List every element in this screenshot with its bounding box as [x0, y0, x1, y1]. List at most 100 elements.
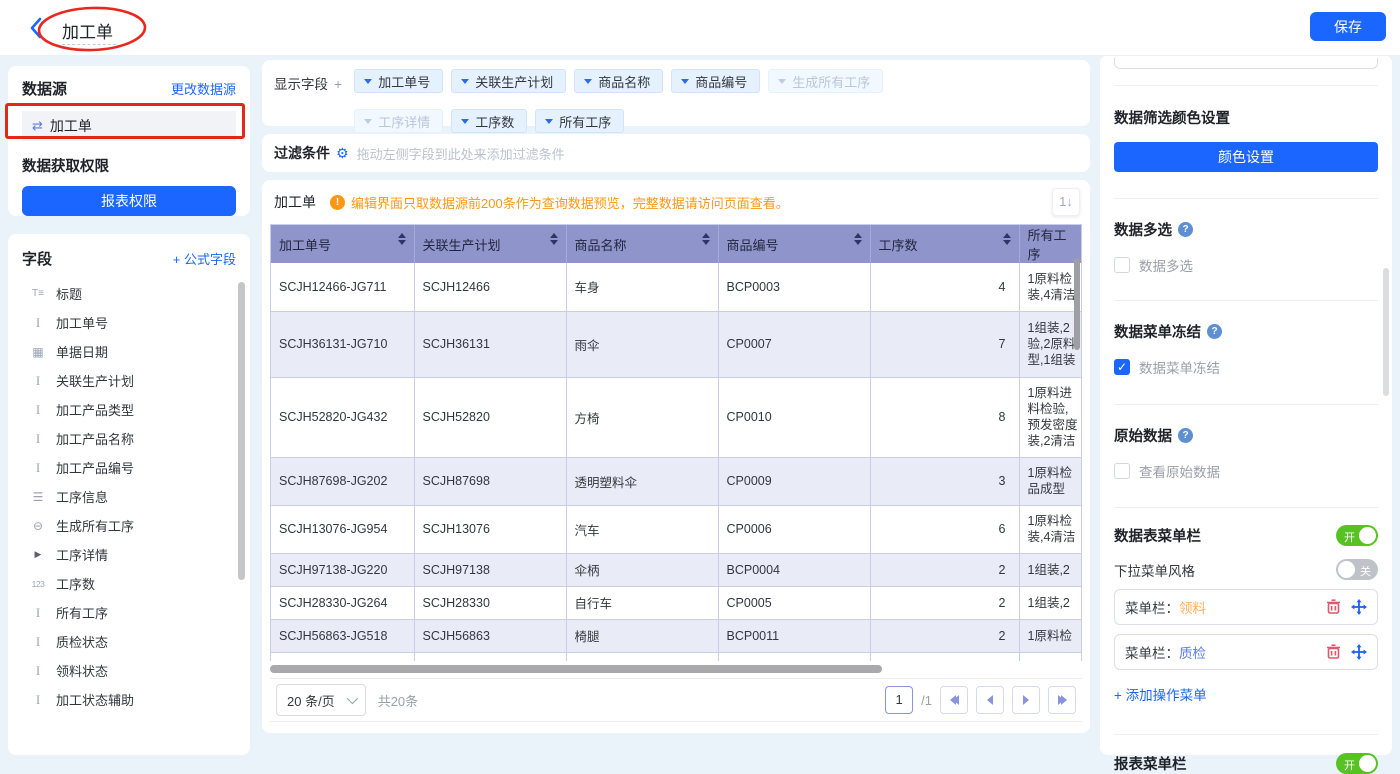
table-menu-toggle[interactable]: 开 — [1336, 525, 1378, 546]
field-item[interactable]: I加工单号 — [22, 308, 236, 337]
checkbox-unchecked[interactable] — [1114, 257, 1130, 273]
delete-icon[interactable] — [1326, 644, 1341, 660]
field-item[interactable]: I所有工序 — [22, 598, 236, 627]
menu-bar-card[interactable]: 菜单栏：质检 — [1114, 634, 1378, 670]
add-action-menu-link[interactable]: + 添加操作菜单 — [1114, 684, 1378, 704]
back-icon[interactable] — [28, 16, 44, 40]
table-horizontal-scrollbar[interactable] — [270, 665, 1082, 673]
display-field-chip[interactable]: 加工单号 — [354, 69, 443, 93]
sort-arrows-icon[interactable] — [702, 233, 710, 245]
table-row[interactable]: SCJH87698-JG202SCJH87698透明塑料伞CP000931原料检… — [271, 457, 1082, 505]
save-button[interactable]: 保存 — [1310, 12, 1386, 41]
field-item[interactable]: ☰工序信息 — [22, 482, 236, 511]
title-icon: T≡ — [28, 288, 48, 299]
expand-icon: ▶ — [28, 549, 48, 560]
add-formula-field-link[interactable]: + 公式字段 — [173, 249, 236, 268]
table-row[interactable]: SCJH56863-JG518SCJH56863椅腿BCP001121原料检 — [271, 619, 1082, 652]
add-field-icon[interactable]: + — [334, 76, 342, 92]
report-menu-toggle[interactable]: 开 — [1336, 753, 1378, 774]
move-icon[interactable] — [1351, 644, 1367, 660]
menu-bar-card[interactable]: 菜单栏：领料 — [1114, 589, 1378, 625]
clipped-input[interactable] — [1114, 58, 1378, 69]
move-icon[interactable] — [1351, 599, 1367, 615]
field-item[interactable]: 123工序数 — [22, 569, 236, 598]
display-field-chip[interactable]: 所有工序 — [535, 109, 624, 133]
field-item[interactable]: I加工产品类型 — [22, 395, 236, 424]
menu-freeze-checkbox-row[interactable]: ✓ 数据菜单冻结 — [1114, 357, 1378, 377]
table-cell: SCJH36131 — [414, 311, 566, 377]
help-icon[interactable]: ? — [1207, 324, 1222, 339]
display-field-chip[interactable]: 生成所有工序 — [768, 69, 883, 93]
field-item[interactable]: ⊖生成所有工序 — [22, 511, 236, 540]
column-header[interactable]: 商品编号 — [718, 225, 870, 263]
settings-panel: 数据筛选颜色设置 颜色设置 数据多选? 数据多选 数据菜单冻结? ✓ 数据菜单冻… — [1100, 55, 1392, 755]
field-item[interactable]: I质检状态 — [22, 627, 236, 656]
display-field-chip[interactable]: 工序详情 — [354, 109, 443, 133]
page-size-select[interactable]: 20 条/页 — [276, 684, 366, 716]
table-icon: ☰ — [28, 490, 48, 504]
first-page-button[interactable] — [940, 686, 968, 714]
column-header[interactable]: 加工单号 — [271, 225, 414, 263]
sort-arrows-icon[interactable] — [398, 233, 406, 245]
field-item[interactable]: ▶工序详情 — [22, 540, 236, 569]
dropdown-arrow-icon — [461, 79, 469, 84]
table-row[interactable]: SCJH97138-JG220SCJH97138伞柄BCP000421组装,2 — [271, 553, 1082, 586]
multi-select-checkbox-row[interactable]: 数据多选 — [1114, 255, 1378, 275]
datasource-item[interactable]: ⇄ 加工单 — [22, 111, 236, 141]
field-list: T≡标题I加工单号▦单据日期I关联生产计划I加工产品类型I加工产品名称I加工产品… — [22, 279, 236, 714]
table-cell: 7 — [870, 311, 1019, 377]
help-icon[interactable]: ? — [1178, 428, 1193, 443]
checkbox-unchecked[interactable] — [1114, 463, 1130, 479]
table-cell: 1原料检 装,4清洁 — [1019, 505, 1082, 553]
text-icon: I — [28, 431, 48, 447]
field-item[interactable]: T≡标题 — [22, 279, 236, 308]
page-number-input[interactable]: 1 — [885, 686, 913, 714]
display-field-chip[interactable]: 商品编号 — [671, 69, 760, 93]
field-chips: 加工单号关联生产计划商品名称商品编号生成所有工序工序详情工序数所有工序 — [354, 69, 1078, 117]
field-item[interactable]: I关联生产计划 — [22, 366, 236, 395]
chip-label: 商品编号 — [695, 72, 747, 91]
raw-data-checkbox-row[interactable]: 查看原始数据 — [1114, 461, 1378, 481]
sort-arrows-icon[interactable] — [854, 233, 862, 245]
fields-scrollbar[interactable] — [238, 282, 245, 580]
divider — [1114, 404, 1378, 405]
settings-scrollbar[interactable] — [1383, 268, 1389, 396]
field-item[interactable]: I领料状态 — [22, 656, 236, 685]
sort-arrows-icon[interactable] — [1003, 233, 1011, 245]
column-header[interactable]: 工序数 — [870, 225, 1019, 263]
table-row[interactable]: SCJH12466-JG711SCJH12466车身BCP000341原料检 装… — [271, 263, 1082, 311]
report-permission-button[interactable]: 报表权限 — [22, 186, 236, 216]
next-page-button[interactable] — [1012, 686, 1040, 714]
row-order-icon[interactable]: 1↓ — [1052, 188, 1080, 216]
column-header[interactable]: 所有工序 — [1019, 225, 1082, 263]
column-header[interactable]: 商品名称 — [566, 225, 718, 263]
table-cell: 6 — [870, 505, 1019, 553]
field-item[interactable]: I加工产品名称 — [22, 424, 236, 453]
delete-icon[interactable] — [1326, 599, 1341, 615]
checkbox-checked[interactable]: ✓ — [1114, 359, 1130, 375]
last-page-button[interactable] — [1048, 686, 1076, 714]
prev-page-button[interactable] — [976, 686, 1004, 714]
dropdown-style-toggle[interactable]: 关 — [1336, 559, 1378, 580]
field-item[interactable]: I加工状态辅助 — [22, 685, 236, 714]
table-row[interactable]: SCJH36131-JG710SCJH36131雨伞CP000771组装,2 验… — [271, 311, 1082, 377]
divider — [1114, 734, 1378, 735]
table-title: 加工单 — [274, 192, 316, 212]
change-datasource-link[interactable]: 更改数据源 — [171, 79, 236, 98]
divider — [1114, 85, 1378, 86]
display-field-chip[interactable]: 工序数 — [451, 109, 527, 133]
display-field-chip[interactable]: 商品名称 — [574, 69, 663, 93]
dropdown-arrow-icon — [364, 119, 372, 124]
display-field-chip[interactable]: 关联生产计划 — [451, 69, 566, 93]
help-icon[interactable]: ? — [1178, 222, 1193, 237]
field-item[interactable]: ▦单据日期 — [22, 337, 236, 366]
table-row[interactable]: SCJH13076-JG954SCJH13076汽车CP000661原料检 装,… — [271, 505, 1082, 553]
color-setting-button[interactable]: 颜色设置 — [1114, 142, 1378, 172]
table-row[interactable]: SCJH52820-JG432SCJH52820方椅CP001081原料进 料检… — [271, 377, 1082, 457]
table-row[interactable]: SCJH28330-JG264SCJH28330自行车CP000521组装,2 — [271, 586, 1082, 619]
sort-arrows-icon[interactable] — [550, 233, 558, 245]
field-item[interactable]: I加工产品编号 — [22, 453, 236, 482]
gear-icon[interactable]: ⚙ — [336, 145, 349, 162]
table-vertical-scrollbar[interactable] — [1074, 258, 1080, 350]
column-header[interactable]: 关联生产计划 — [414, 225, 566, 263]
